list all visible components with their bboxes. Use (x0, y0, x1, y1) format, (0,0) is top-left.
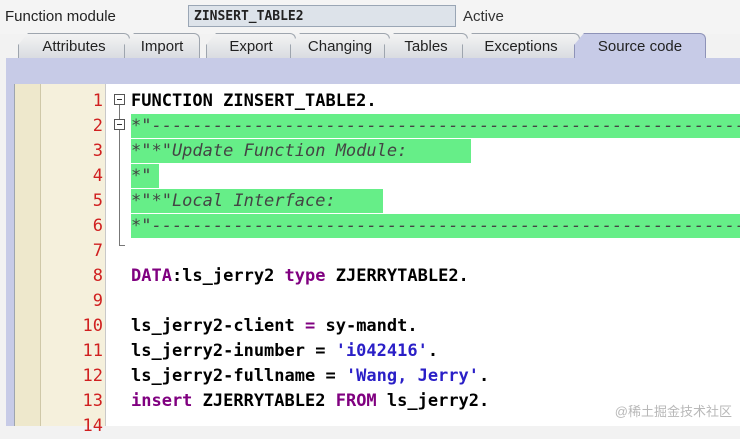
code-line: 4 *" (15, 164, 740, 189)
function-module-label: Function module (5, 8, 116, 25)
line-number: 3 (92, 141, 103, 161)
line-number: 14 (82, 416, 103, 436)
tab-strip: Attributes Import Export Changing Tables… (0, 33, 740, 59)
line-number: 9 (92, 291, 103, 311)
code-line: 12 ls_jerry2-fullname = 'Wang, Jerry'. (15, 364, 740, 389)
keyword: FUNCTION (131, 91, 213, 111)
keyword: insert (131, 391, 193, 411)
watermark: @稀土掘金技术社区 (614, 404, 732, 419)
status-text: Active (463, 8, 504, 25)
tab-source-code[interactable]: Source code (574, 33, 706, 59)
line-number: 12 (82, 366, 103, 386)
tab-import[interactable]: Import (124, 33, 200, 59)
comment-line: *" (131, 164, 159, 188)
code-line: 10 ls_jerry2-client = sy-mandt. (15, 314, 740, 339)
code-editor[interactable]: 1 FUNCTION ZINSERT_TABLE2. 2 *"---------… (14, 84, 740, 436)
comment-line: *"--------------------------------------… (131, 114, 740, 138)
keyword: FROM (335, 391, 377, 411)
line-number: 7 (92, 241, 103, 261)
tab-tables[interactable]: Tables (384, 33, 468, 59)
code-line: 6 *"------------------------------------… (15, 214, 740, 239)
code-line: 7 (15, 239, 740, 264)
comment-line: *"--------------------------------------… (131, 214, 740, 238)
comment-line: *"*"Local Interface: (131, 189, 383, 213)
code-line: 1 FUNCTION ZINSERT_TABLE2. (15, 89, 740, 114)
source-code-panel: 1 FUNCTION ZINSERT_TABLE2. 2 *"---------… (6, 58, 740, 436)
code-line: 8 DATA:ls_jerry2 type ZJERRYTABLE2. (15, 264, 740, 289)
tab-export[interactable]: Export (206, 33, 296, 59)
line-number: 6 (92, 216, 103, 236)
line-number: 10 (82, 316, 103, 336)
line-number: 2 (92, 116, 103, 136)
code-line: 9 (15, 289, 740, 314)
code-line: 11 ls_jerry2-inumber = 'i042416'. (15, 339, 740, 364)
code-line: 2 *"------------------------------------… (15, 114, 740, 139)
line-number: 5 (92, 191, 103, 211)
tab-changing[interactable]: Changing (290, 33, 390, 59)
keyword: type (284, 266, 326, 286)
function-module-name-field[interactable]: ZINSERT_TABLE2 (188, 5, 456, 27)
line-number: 13 (82, 391, 103, 411)
string-literal: 'i042416' (335, 341, 428, 361)
line-number: 8 (92, 266, 103, 286)
string-literal: 'Wang, Jerry' (345, 366, 479, 386)
keyword: DATA (131, 266, 172, 286)
header-bar: Function module ZINSERT_TABLE2 Active (0, 0, 740, 34)
line-number: 11 (82, 341, 103, 361)
tab-attributes[interactable]: Attributes (18, 33, 130, 59)
code-line: 5 *"*"Local Interface: (15, 189, 740, 214)
line-number: 1 (92, 91, 103, 111)
tab-exceptions[interactable]: Exceptions (462, 33, 580, 59)
line-number: 4 (92, 166, 103, 186)
comment-line: *"*"Update Function Module: (131, 139, 471, 163)
code-line: 3 *"*"Update Function Module: (15, 139, 740, 164)
